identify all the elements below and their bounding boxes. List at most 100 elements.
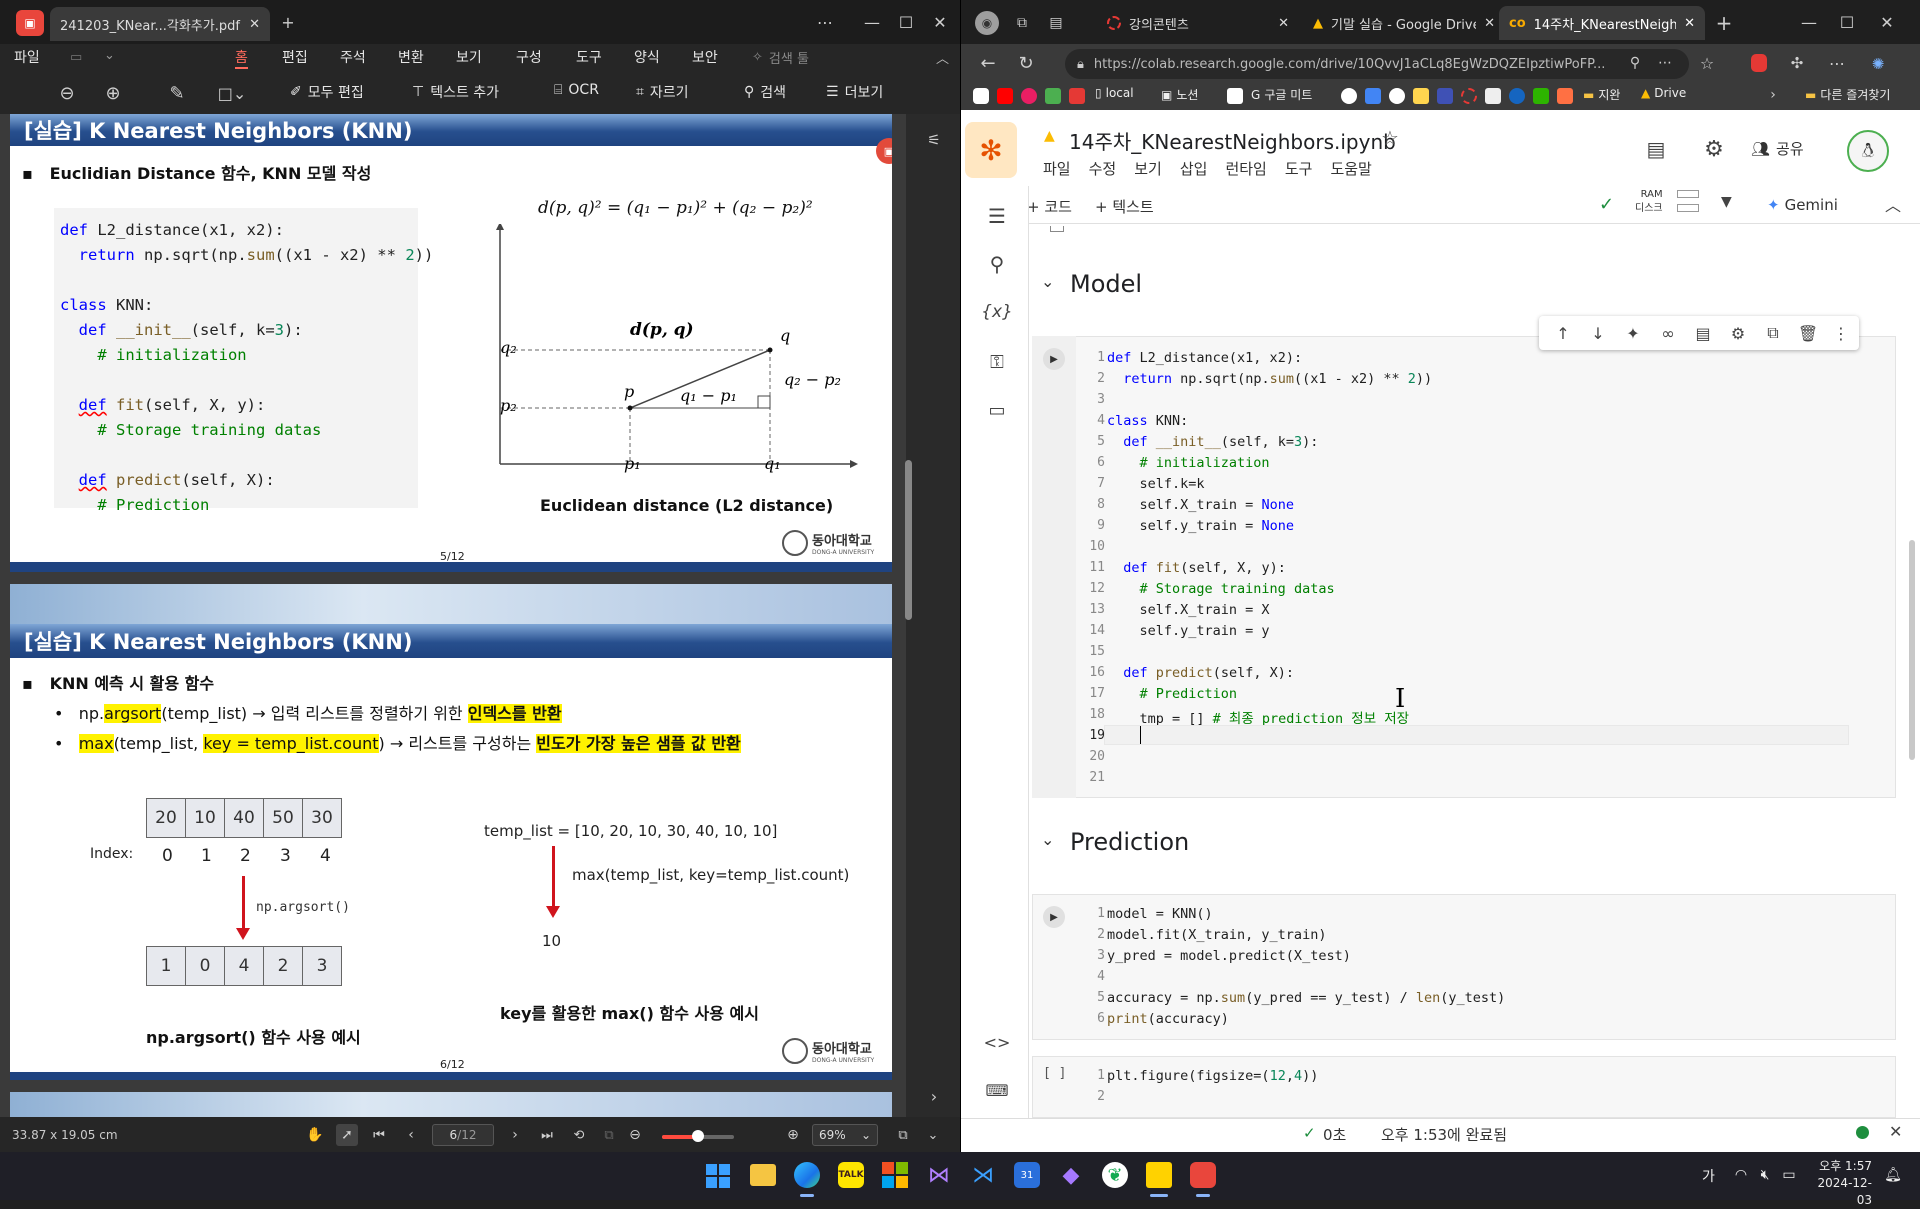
sticky-notes-icon[interactable] [1146,1162,1172,1188]
kakaotalk-icon[interactable]: TALK [838,1162,864,1188]
minimize-icon[interactable]: — [862,12,882,32]
resources-indicator[interactable]: RAM 디스크 [1635,188,1663,216]
bookmark-icon[interactable] [1461,88,1477,104]
profile-icon[interactable]: ◉ [975,11,999,35]
comment-icon[interactable]: ▤ [1643,136,1669,162]
back-icon[interactable]: ← [977,52,999,74]
page-number-input[interactable]: 6/12 [432,1124,494,1146]
menu-file[interactable]: 파일 [1043,158,1071,179]
menu-help[interactable]: 도움말 [1330,158,1371,179]
clock[interactable]: 오후 1:57 2024-12-03 [1812,1158,1872,1209]
zoom-out-icon[interactable]: ⊖ [54,80,80,106]
bookmark-icon[interactable] [973,88,989,104]
close-icon[interactable]: ✕ [1889,1122,1902,1141]
save-icon[interactable]: ▭ [70,50,82,65]
key-icon[interactable]: ⚿ [985,350,1009,374]
bookmark-icon[interactable] [1557,88,1573,104]
command-palette-icon[interactable]: ⌨ [985,1078,1009,1102]
menu-security[interactable]: 보안 [692,47,718,67]
obsidian-icon[interactable]: ◆ [1058,1162,1084,1188]
menu-runtime[interactable]: 런타임 [1225,158,1266,179]
more-icon[interactable]: ⋯ [815,12,835,32]
menu-convert[interactable]: 변환 [398,47,424,67]
zoom-in-icon[interactable]: ⊕ [100,80,126,106]
mongodb-icon[interactable]: ❦ [1102,1162,1128,1188]
minimize-icon[interactable]: — [1799,12,1819,32]
settings-sliders-icon[interactable]: ⚟ [924,128,944,152]
start-icon[interactable] [706,1164,730,1188]
reload-icon[interactable]: ↻ [1015,52,1037,74]
bookmark-icon[interactable] [1413,88,1429,104]
maximize-icon[interactable]: ☐ [896,12,916,32]
notebook-title[interactable]: 14주차_KNearestNeighbors.ipynb [1069,126,1396,155]
menu-file[interactable]: 파일 [14,47,40,67]
menu-annotate[interactable]: 주석 [340,47,366,67]
close-window-icon[interactable]: ✕ [1877,12,1897,32]
run-cell-icon[interactable]: ▶ [1043,348,1065,370]
mirror-cell-icon[interactable]: ⧉ [1763,322,1783,344]
rotate-icon[interactable]: ⟲ [570,1126,588,1144]
zoom-icon[interactable]: ⚲ [1625,53,1645,73]
close-window-icon[interactable]: ✕ [930,12,950,32]
close-icon[interactable]: ✕ [1278,16,1289,31]
edit-all-button[interactable]: ✐ 모두 편집 [290,82,364,102]
ime-indicator[interactable]: 가 [1702,1166,1715,1186]
chevron-down-icon[interactable]: ⌄ [1041,272,1054,291]
settings-icon[interactable]: ⚙ [1701,136,1727,162]
more-button[interactable]: ☰ 더보기 [826,82,883,102]
code-snippets-icon[interactable]: <> [984,1030,1011,1054]
chevron-down-icon[interactable]: ⌄ [1041,830,1054,849]
wifi-icon[interactable]: ◠ [1732,1166,1750,1184]
extension-icon[interactable] [1751,54,1767,72]
move-down-icon[interactable]: ↓ [1588,322,1608,344]
close-icon[interactable]: ✕ [1484,16,1495,31]
vscode-icon[interactable]: ⋊ [970,1162,996,1188]
first-page-icon[interactable]: ⏮ [370,1126,388,1144]
menu-view[interactable]: 보기 [1134,158,1162,179]
menu-view[interactable]: 보기 [456,47,482,67]
more-vert-icon[interactable]: ⋮ [1831,322,1851,344]
code-cell-plot[interactable] [1032,1056,1896,1118]
chevron-right-icon[interactable]: › [1765,86,1781,104]
calendar-icon[interactable]: 31 [1014,1162,1040,1188]
crop-button[interactable]: ⌗ 자르기 [636,82,689,102]
link-icon[interactable]: ∞ [1658,322,1678,344]
variables-icon[interactable]: {x} [981,300,1013,324]
add-text-button[interactable]: + 텍스트 [1095,196,1154,217]
notebook-scrollbar[interactable] [1909,540,1915,760]
workspaces-icon[interactable]: ⧉ [1011,12,1033,34]
pdf-app-taskbar-icon[interactable] [1190,1162,1216,1188]
add-text-button[interactable]: ⊤ 텍스트 추가 [412,82,499,102]
select-tool-icon[interactable]: ➚ [336,1124,358,1146]
browser-tab-1[interactable]: 강의콘텐츠 ✕ [1097,6,1299,40]
openai-icon[interactable] [1341,88,1357,104]
hand-tool-icon[interactable]: ✋ [306,1126,324,1144]
zoom-in-small-icon[interactable]: ⊕ [784,1126,802,1144]
bookmark-icon[interactable] [1021,88,1037,104]
vertical-tabs-icon[interactable]: ▤ [1045,12,1067,34]
battery-icon[interactable]: ▭ [1780,1166,1798,1184]
notification-bell-icon[interactable]: 🔔︎ [1884,1166,1902,1184]
gemini-sparkle-icon[interactable]: ✦ [1623,322,1643,344]
browser-tab-2[interactable]: ▲ 기말 실습 - Google Drive ✕ [1303,6,1505,40]
prev-page-icon[interactable]: ‹ [402,1126,420,1144]
move-up-icon[interactable]: ↑ [1553,322,1573,344]
bookmark-icon[interactable] [1045,88,1061,104]
extensions-puzzle-icon[interactable]: ✣ [1787,53,1807,73]
bookmark-drive[interactable]: ▲ Drive [1641,86,1686,100]
github-icon[interactable] [1389,88,1405,104]
bookmark-icon[interactable] [1509,88,1525,104]
star-icon[interactable]: ☆ [1381,126,1399,150]
naver-icon[interactable] [1533,88,1549,104]
ocr-button[interactable]: ⌸ OCR [554,82,599,98]
bookmark-meet[interactable]: G 구글 미트 [1251,86,1312,103]
star-icon[interactable]: ☆ [1697,53,1717,73]
highlight-icon[interactable]: ✎ [164,80,190,106]
toc-icon[interactable]: ☰ [985,204,1009,228]
next-page-icon[interactable]: › [506,1126,524,1144]
new-tab-icon[interactable]: + [278,12,298,32]
menu-edit[interactable]: 편집 [282,47,308,67]
visual-studio-icon[interactable]: ⋈ [926,1162,952,1188]
last-page-icon[interactable]: ⏭ [538,1126,556,1144]
delete-icon[interactable]: 🗑︎ [1798,322,1818,344]
